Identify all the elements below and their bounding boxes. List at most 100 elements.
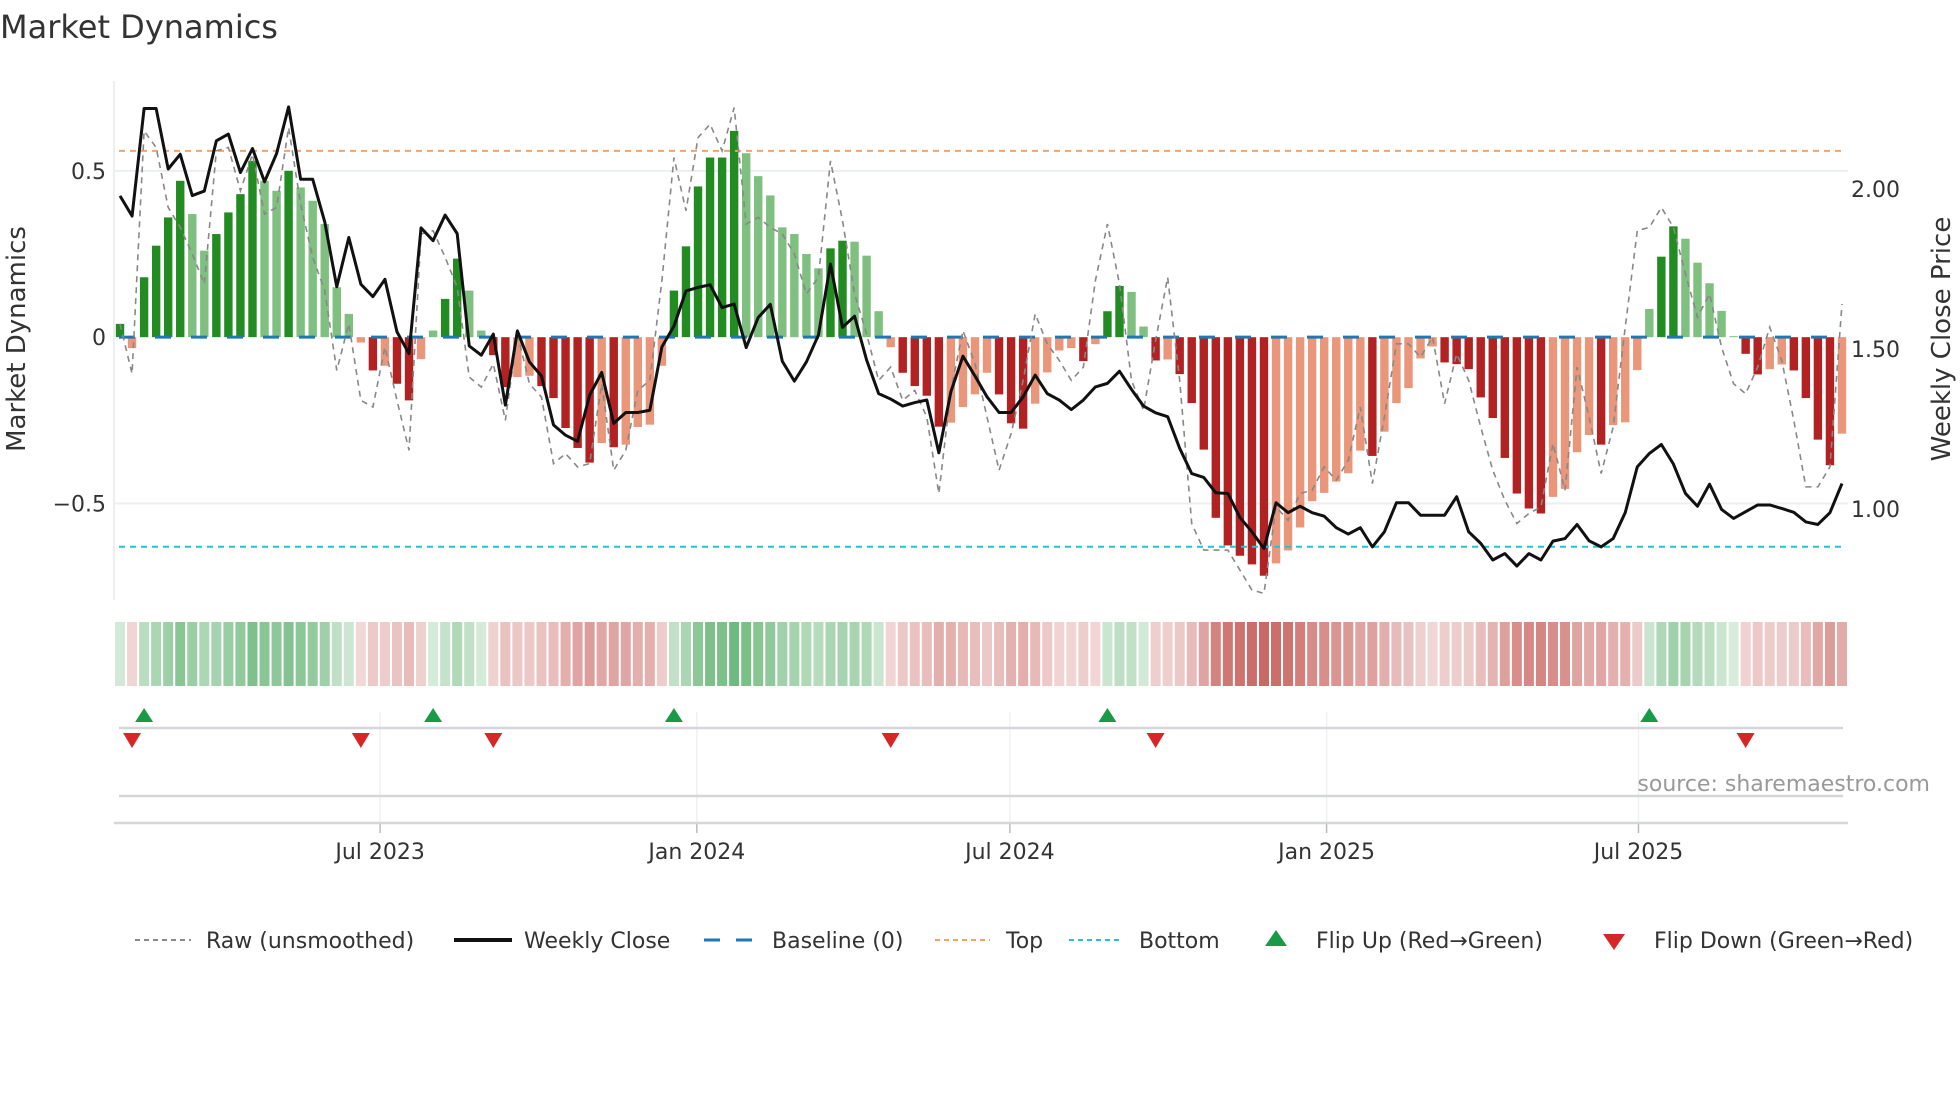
bar [1163, 337, 1172, 360]
bar [127, 337, 137, 349]
bar [368, 337, 378, 371]
bar [332, 287, 341, 338]
bar [1669, 226, 1678, 338]
heat-strip-cell [729, 622, 740, 686]
legend-raw-label: Raw (unsmoothed) [206, 929, 414, 954]
legend-bottom-label: Bottom [1139, 929, 1220, 954]
heat-strip-cell [151, 622, 162, 686]
heat-strip-cell [163, 622, 174, 686]
heat-strip-cell [343, 622, 354, 686]
bar [1729, 336, 1738, 338]
y-tick-label: 0.5 [71, 160, 106, 185]
bar [705, 157, 715, 338]
heat-strip-cell [1620, 622, 1631, 686]
bar [1055, 337, 1064, 351]
heat-strip-cell [440, 622, 451, 686]
heat-strip-cell [620, 622, 631, 686]
bar [1127, 291, 1136, 338]
heat-strip-cell [1102, 622, 1113, 686]
heat-strip-cell [1800, 622, 1811, 686]
heat-strip-cell [211, 622, 222, 686]
heat-strip-cell [307, 622, 318, 686]
bar [693, 186, 703, 338]
bar [1476, 337, 1485, 398]
heat-strip-cell [175, 622, 186, 686]
heat-strip-cell [1692, 622, 1703, 686]
bar [1693, 262, 1702, 338]
heat-strip-cell [1066, 622, 1077, 686]
heat-strip-cell [1499, 622, 1510, 686]
flip-down-marker [351, 733, 370, 748]
heat-strip-cell [1560, 622, 1571, 686]
heat-strip-cell [632, 622, 643, 686]
heat-strip-cell [1343, 622, 1354, 686]
bar [1813, 337, 1823, 440]
heat-strip-cell [1704, 622, 1715, 686]
heat-strip-cell [1740, 622, 1751, 686]
bar [1741, 337, 1750, 354]
heat-strip-cell [1186, 622, 1197, 686]
heat-strip-cell [1584, 622, 1595, 686]
heat-strip-cell [259, 622, 270, 686]
bar [874, 311, 883, 338]
flip-down-marker [1736, 733, 1755, 748]
bar [344, 313, 354, 338]
heat-strip-cell [1078, 622, 1089, 686]
legend-flip-down-icon [1603, 934, 1625, 950]
bar [1657, 256, 1666, 338]
heat-strip-cell [1090, 622, 1101, 686]
bar [609, 337, 618, 448]
heat-strip-cell [717, 622, 728, 686]
tick-labels: 0.5 0 −0.5 2.00 1.50 1.00 Jul 2023 Jan 2024 Jul … [53, 160, 1900, 865]
heat-strip-cell [933, 622, 944, 686]
bar [139, 277, 149, 338]
heat-strip-cell [391, 622, 402, 686]
legend-top-label: Top [1005, 929, 1043, 954]
legend: Raw (unsmoothed) Weekly Close Baseline (… [135, 929, 1913, 954]
heat-strip-cell [331, 622, 342, 686]
raw-line [119, 107, 1843, 595]
legend-flip-up-label: Flip Up (Red→Green) [1316, 929, 1543, 954]
bar [1030, 337, 1040, 404]
heat-strip-cell [1198, 622, 1209, 686]
heat-strip-cell [1138, 622, 1149, 686]
bar [212, 234, 221, 338]
bar [1103, 311, 1112, 338]
heat-strip-cell [1126, 622, 1137, 686]
heat-strip-cell [512, 622, 523, 686]
bar [1079, 337, 1088, 362]
bar [1139, 326, 1148, 338]
bar [1344, 337, 1353, 474]
heat-strip-cell [560, 622, 571, 686]
chart-title: Market Dynamics [0, 8, 278, 46]
heat-strip-cell [1258, 622, 1269, 686]
heat-strip-cell [548, 622, 559, 686]
bar [1223, 337, 1233, 546]
bar [1319, 337, 1329, 493]
heat-strip-cell [488, 622, 499, 686]
heat-strip-cell [1271, 622, 1282, 686]
bar [224, 212, 233, 338]
heat-strip-cell [837, 622, 848, 686]
bar [802, 254, 811, 338]
heat-strip-cell [319, 622, 330, 686]
source-label: source: sharemaestro.com [1637, 772, 1930, 797]
heat-strip-cell [1788, 622, 1799, 686]
market-dynamics-chart: Market Dynamics 0.5 0 −0.5 2.00 1.50 1.00 Jul … [0, 8, 1957, 954]
heat-strip-cell [969, 622, 980, 686]
bar [1416, 337, 1425, 359]
bar [1524, 337, 1534, 509]
heat-strip-cell [921, 622, 932, 686]
bar [1500, 337, 1510, 458]
bar [248, 160, 257, 338]
bar [1392, 337, 1401, 404]
bar [163, 217, 173, 338]
heat-strip-cell [139, 622, 150, 686]
heat-strip-cell [1174, 622, 1185, 686]
bar [1789, 337, 1799, 371]
heat-strip-cell [1656, 622, 1667, 686]
heat-strip-cell [1608, 622, 1619, 686]
heat-strip-cell [1764, 622, 1775, 686]
heat-strip-cell [957, 622, 968, 686]
bar [1332, 337, 1341, 482]
